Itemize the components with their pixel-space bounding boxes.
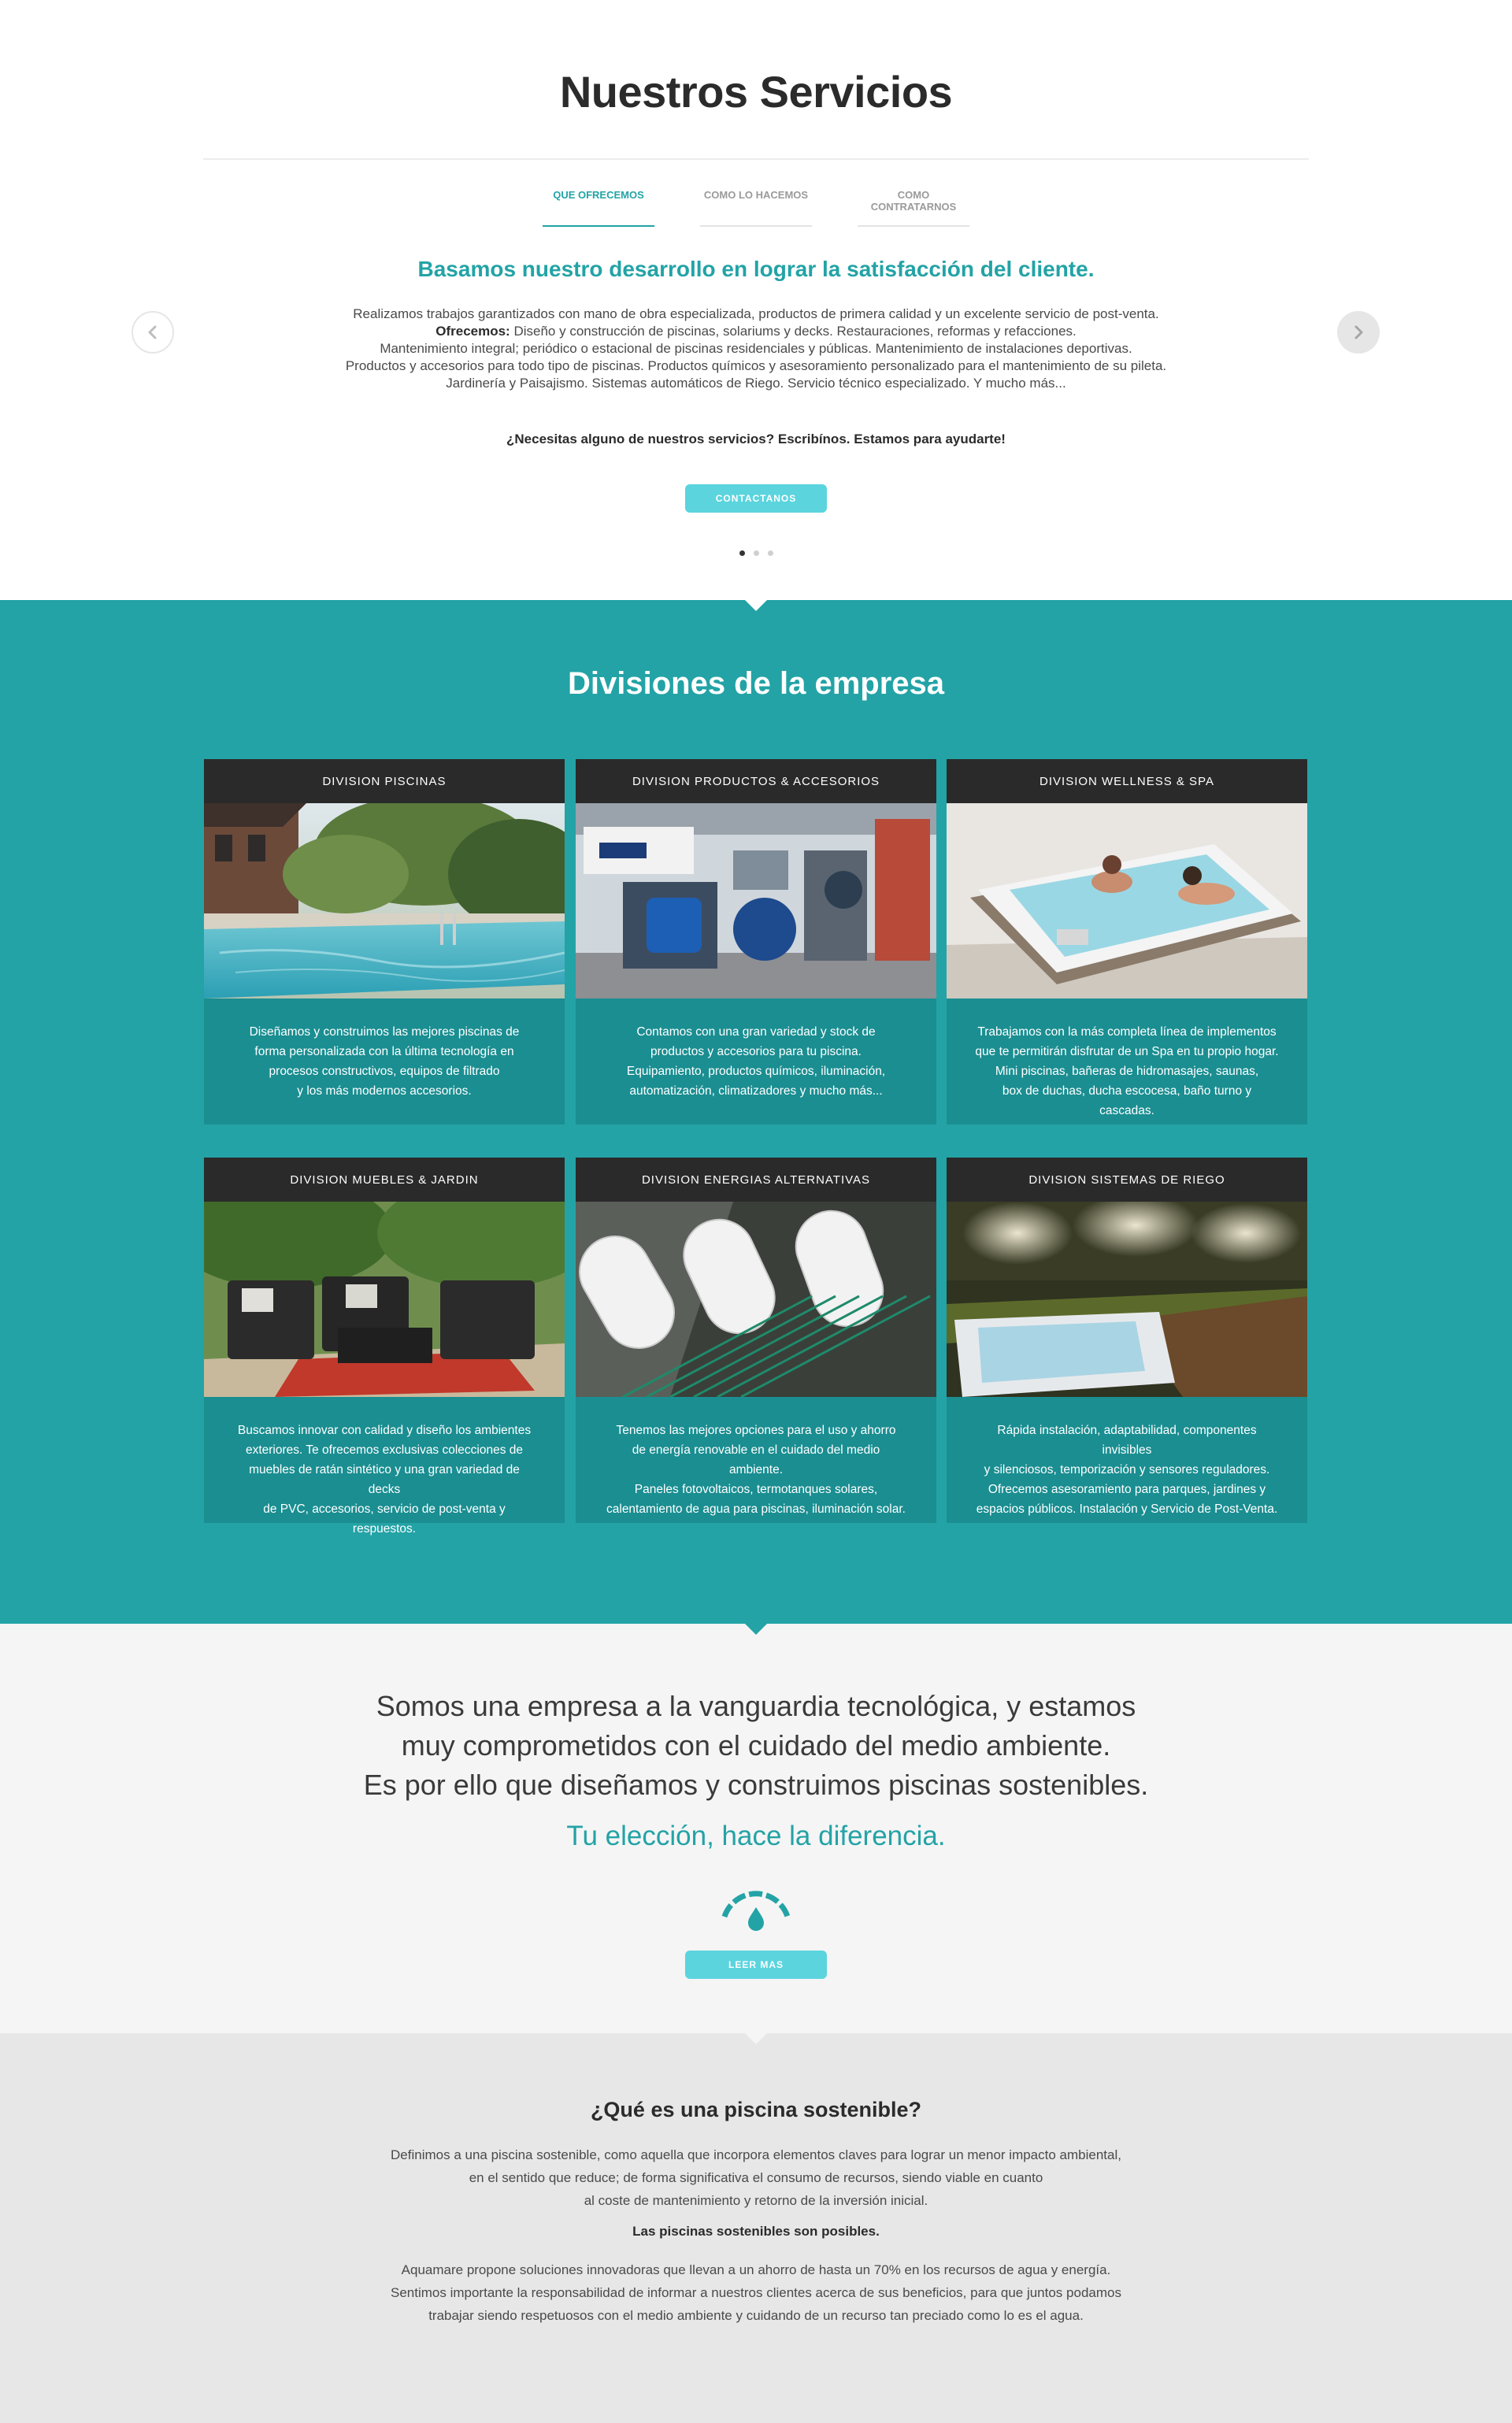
vanguardia-line: Somos una empresa a la vanguardia tecnol… — [376, 1690, 1136, 1722]
sostenible-line: Definimos a una piscina sostenible, como… — [391, 2147, 1121, 2162]
division-card-title: DIVISION PRODUCTOS & ACCESORIOS — [576, 759, 936, 803]
gauge-drop-icon — [721, 1891, 791, 1931]
vanguardia-line: muy comprometidos con el cuidado del med… — [401, 1729, 1111, 1762]
servicios-line: Realizamos trabajos garantizados con man… — [353, 306, 1159, 321]
division-card-line: Mini piscinas, bañeras de hidromasajes, … — [995, 1065, 1259, 1078]
division-card-line: y silenciosos, temporización y sensores … — [984, 1463, 1270, 1476]
slider-dot[interactable] — [767, 550, 773, 556]
division-card-image-spa — [947, 803, 1307, 998]
divisiones-title: Divisiones de la empresa — [567, 666, 944, 701]
vanguardia-line: Es por ello que diseñamos y construimos … — [363, 1769, 1149, 1801]
slider-prev-button[interactable] — [132, 311, 174, 354]
slider-dots — [0, 550, 1512, 556]
division-card-image-irrigation — [947, 1202, 1307, 1397]
division-card-title: DIVISION WELLNESS & SPA — [947, 759, 1307, 803]
sostenible-paragraph-2: Aquamare propone soluciones innovadoras … — [284, 2258, 1228, 2327]
division-card-text: Diseñamos y construimos las mejores pisc… — [204, 998, 565, 1101]
division-card-text: Trabajamos con la más completa línea de … — [947, 998, 1307, 1121]
division-card-line: de energía renovable en el cuidado del m… — [632, 1443, 880, 1476]
servicios-line: Mantenimiento integral; periódico o esta… — [380, 341, 1132, 356]
division-card-text: Tenemos las mejores opciones para el uso… — [576, 1397, 936, 1519]
slider-next-button[interactable] — [1337, 311, 1380, 354]
division-card-line: Rápida instalación, adaptabilidad, compo… — [997, 1424, 1257, 1457]
division-card-productos[interactable]: DIVISION PRODUCTOS & ACCESORIOS Contamos… — [576, 759, 936, 1124]
tab-que-ofrecemos[interactable]: QUE OFRECEMOS — [543, 189, 654, 227]
sostenible-section: ¿Qué es una piscina sostenible? Definimo… — [0, 2033, 1512, 2423]
division-card-text: Buscamos innovar con calidad y diseño lo… — [204, 1397, 565, 1539]
vanguardia-section: Somos una empresa a la vanguardia tecnol… — [0, 1624, 1512, 2033]
division-card-riego[interactable]: DIVISION SISTEMAS DE RIEGO Rápida instal… — [947, 1158, 1307, 1523]
division-card-line: Buscamos innovar con calidad y diseño lo… — [237, 1424, 532, 1437]
sostenible-line: Aquamare propone soluciones innovadoras … — [401, 2262, 1111, 2277]
division-card-line: que te permitirán disfrutar de un Spa en… — [975, 1045, 1279, 1058]
division-card-line: Contamos con una gran variedad y stock d… — [636, 1025, 876, 1039]
division-card-line: Paneles fotovoltaicos, termotanques sola… — [634, 1483, 878, 1496]
servicios-tabs: QUE OFRECEMOS COMO LO HACEMOS COMO CONTR… — [0, 189, 1512, 227]
division-card-line: Diseñamos y construimos las mejores pisc… — [249, 1025, 520, 1039]
division-card-line: calentamiento de agua para piscinas, ilu… — [606, 1502, 906, 1516]
divisiones-section: Divisiones de la empresa DIVISION PISCIN… — [0, 600, 1512, 1624]
servicios-line: Jardinería y Paisajismo. Sistemas automá… — [446, 376, 1066, 391]
contactanos-button[interactable]: CONTACTANOS — [685, 484, 827, 513]
division-card-line: exteriores. Te ofrecemos exclusivas cole… — [245, 1443, 524, 1457]
division-card-text: Contamos con una gran variedad y stock d… — [576, 998, 936, 1101]
section-notch — [745, 600, 767, 611]
servicios-body: Realizamos trabajos garantizados con man… — [284, 306, 1228, 392]
servicios-line: Productos y accesorios para todo tipo de… — [345, 358, 1167, 373]
division-card-image-store — [576, 803, 936, 998]
servicios-line: Ofrecemos: Diseño y construcción de pisc… — [284, 323, 1228, 340]
division-card-title: DIVISION MUEBLES & JARDIN — [204, 1158, 565, 1202]
section-notch — [745, 1624, 767, 1635]
tab-como-lo-hacemos[interactable]: COMO LO HACEMOS — [700, 189, 812, 227]
servicios-line-text: Diseño y construcción de piscinas, solar… — [513, 324, 1077, 339]
division-card-muebles[interactable]: DIVISION MUEBLES & JARDIN Buscamos innov… — [204, 1158, 565, 1536]
division-card-line: productos y accesorios para tu piscina. — [650, 1045, 862, 1058]
division-card-line: automatización, climatizadores y mucho m… — [629, 1084, 883, 1098]
division-card-title: DIVISION SISTEMAS DE RIEGO — [947, 1158, 1307, 1202]
division-card-piscinas[interactable]: DIVISION PISCINAS Diseñamos y construimo… — [204, 759, 565, 1124]
division-card-line: Tenemos las mejores opciones para el uso… — [616, 1424, 896, 1437]
division-card-line: y los más modernos accesorios. — [297, 1084, 472, 1098]
chevron-right-icon — [1354, 325, 1363, 339]
division-card-line: muebles de ratán sintético y una gran va… — [249, 1463, 520, 1496]
sostenible-line: Sentimos importante la responsabilidad d… — [391, 2285, 1121, 2300]
servicios-headline: Basamos nuestro desarrollo en lograr la … — [417, 257, 1095, 281]
sostenible-line: en el sentido que reduce; de forma signi… — [469, 2170, 1043, 2185]
division-card-line: Trabajamos con la más completa línea de … — [977, 1025, 1277, 1039]
sostenible-line: al coste de mantenimiento y retorno de l… — [584, 2193, 928, 2208]
ofrecemos-label: Ofrecemos: — [435, 324, 510, 339]
sostenible-line: trabajar siendo respetuosos con el medio… — [428, 2308, 1084, 2323]
tab-como-contratarnos[interactable]: COMO CONTRATARNOS — [858, 189, 969, 227]
servicios-divider — [203, 158, 1309, 160]
division-card-energias[interactable]: DIVISION ENERGIAS ALTERNATIVAS Tenemos l… — [576, 1158, 936, 1523]
servicios-cta-text: ¿Necesitas alguno de nuestros servicios?… — [506, 432, 1006, 446]
division-card-line: procesos constructivos, equipos de filtr… — [269, 1065, 500, 1078]
division-card-wellness[interactable]: DIVISION WELLNESS & SPA Trabajamos con l… — [947, 759, 1307, 1124]
section-notch — [745, 2033, 767, 2044]
sostenible-title: ¿Qué es una piscina sostenible? — [590, 2098, 922, 2121]
division-card-line: box de duchas, ducha escocesa, baño turn… — [1002, 1084, 1252, 1117]
division-card-line: forma personalizada con la última tecnol… — [254, 1045, 514, 1058]
division-card-line: espacios públicos. Instalación y Servici… — [976, 1502, 1278, 1516]
chevron-left-icon — [148, 325, 157, 339]
division-card-image-furniture — [204, 1202, 565, 1397]
division-card-line: Equipamiento, productos químicos, ilumin… — [626, 1065, 886, 1078]
vanguardia-slogan: Tu elección, hace la diferencia. — [566, 1821, 946, 1851]
division-card-text: Rápida instalación, adaptabilidad, compo… — [947, 1397, 1307, 1519]
vanguardia-text: Somos una empresa a la vanguardia tecnol… — [0, 1687, 1512, 1805]
division-card-line: de PVC, accesorios, servicio de post-ven… — [263, 1502, 506, 1536]
division-card-title: DIVISION ENERGIAS ALTERNATIVAS — [576, 1158, 936, 1202]
servicios-section: Nuestros Servicios QUE OFRECEMOS COMO LO… — [0, 0, 1512, 600]
division-card-image-pool — [204, 803, 565, 998]
slider-dot[interactable] — [753, 550, 759, 556]
slider-dot[interactable] — [739, 550, 745, 556]
division-card-line: Ofrecemos asesoramiento para parques, ja… — [988, 1483, 1266, 1496]
servicios-title: Nuestros Servicios — [559, 67, 953, 117]
sostenible-highlight: Las piscinas sostenibles son posibles. — [632, 2224, 880, 2239]
sostenible-paragraph-1: Definimos a una piscina sostenible, como… — [284, 2143, 1228, 2212]
division-card-title: DIVISION PISCINAS — [204, 759, 565, 803]
leer-mas-button[interactable]: LEER MAS — [685, 1951, 827, 1979]
division-card-image-solar — [576, 1202, 936, 1397]
